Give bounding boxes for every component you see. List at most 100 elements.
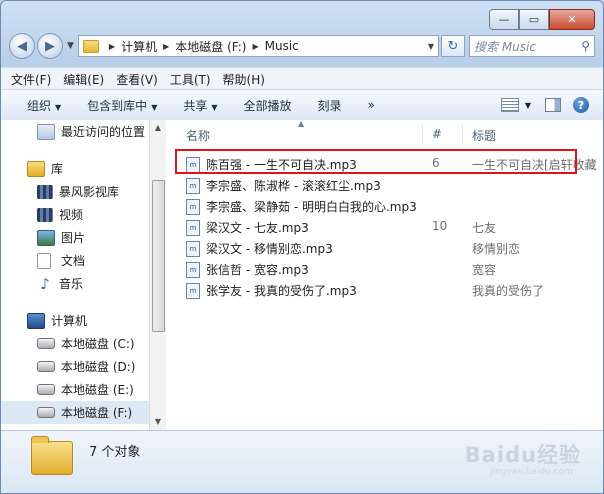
menu-bar: 文件(F) 编辑(E) 查看(V) 工具(T) 帮助(H): [1, 67, 603, 90]
scrollbar-thumb[interactable]: [152, 180, 165, 332]
sidebar-item-music[interactable]: ♪ 音乐: [1, 272, 149, 295]
sidebar-item-label: 本地磁盘 (D:): [61, 360, 136, 374]
chevron-right-icon[interactable]: ▶: [109, 42, 115, 51]
chevron-right-icon[interactable]: ▶: [252, 42, 258, 51]
mp3-file-icon: m: [186, 198, 200, 215]
column-header-name[interactable]: 名称: [186, 127, 210, 144]
watermark-url: jingyan.baidu.com: [489, 467, 573, 477]
file-row[interactable]: m 陈百强 - 一生不可自决.mp3 6 一生不可自决[启轩收藏: [166, 153, 603, 174]
view-options-icon[interactable]: [500, 98, 519, 112]
sort-indicator-icon: ▲: [298, 120, 305, 128]
sidebar-item-pictures[interactable]: 图片: [1, 226, 149, 249]
sidebar-item-drive-f[interactable]: 本地磁盘 (F:): [1, 401, 149, 424]
recent-pages-dropdown[interactable]: ▼: [67, 41, 74, 51]
navigation-scrollbar[interactable]: ▲ ▼: [149, 120, 166, 430]
file-name: 陈百强 - 一生不可自决.mp3: [206, 158, 357, 172]
chevron-down-icon: ▼: [55, 102, 62, 112]
file-row[interactable]: m 梁汉文 - 七友.mp3 10 七友: [166, 216, 603, 237]
window-controls: — ▭ ✕: [489, 9, 595, 30]
document-icon: [37, 252, 51, 269]
share-button[interactable]: 共享 ▼: [183, 97, 217, 114]
maximize-button[interactable]: ▭: [519, 9, 549, 30]
organize-label: 组织: [27, 98, 52, 113]
sidebar-item-label: 暴风影视库: [59, 185, 120, 199]
sidebar-item-drive-c[interactable]: 本地磁盘 (C:): [1, 332, 149, 355]
file-row[interactable]: m 张学友 - 我真的受伤了.mp3 我真的受伤了: [166, 279, 603, 300]
file-row[interactable]: m 张信哲 - 宽容.mp3 宽容: [166, 258, 603, 279]
sidebar-item-label: 文档: [61, 254, 86, 268]
menu-help[interactable]: 帮助(H): [223, 71, 265, 88]
hard-disk-icon: [37, 338, 55, 349]
scroll-down-icon[interactable]: ▼: [150, 414, 166, 430]
organize-button[interactable]: 组织 ▼: [27, 97, 61, 114]
sidebar-item-label: 库: [51, 162, 64, 176]
file-row[interactable]: m 李宗盛、梁静茹 - 明明白白我的心.mp3: [166, 195, 603, 216]
details-pane: 7 个对象 Baidu经验 jingyan.baidu.com: [1, 430, 603, 493]
file-name: 梁汉文 - 七友.mp3: [206, 221, 309, 235]
search-placeholder: 搜索 Music: [474, 39, 536, 54]
hard-disk-icon: [37, 361, 55, 372]
play-all-button[interactable]: 全部播放: [244, 97, 292, 114]
track-title: 移情别恋: [472, 242, 521, 256]
file-name: 李宗盛、陈淑桦 - 滚滚红尘.mp3: [206, 179, 381, 193]
sidebar-item-recent[interactable]: 最近访问的位置: [1, 120, 149, 143]
search-input[interactable]: 搜索 Music ⚲: [469, 35, 595, 57]
menu-tools[interactable]: 工具(T): [170, 71, 211, 88]
include-in-library-button[interactable]: 包含到库中 ▼: [87, 97, 157, 114]
chevron-down-icon: ▼: [211, 102, 218, 112]
sidebar-item-label: 图片: [61, 231, 86, 245]
burn-button[interactable]: 刻录: [318, 97, 342, 114]
breadcrumb-drive-f[interactable]: 本地磁盘 (F:): [175, 38, 246, 55]
minimize-button[interactable]: —: [489, 9, 519, 30]
music-note-icon: ♪: [40, 274, 50, 293]
column-header-number[interactable]: #: [432, 127, 442, 141]
preview-pane-icon[interactable]: [545, 98, 561, 112]
file-row[interactable]: m 梁汉文 - 移情别恋.mp3 移情别恋: [166, 237, 603, 258]
menu-edit[interactable]: 编辑(E): [63, 71, 104, 88]
hard-disk-icon: [37, 407, 55, 418]
breadcrumb-computer[interactable]: 计算机: [121, 38, 157, 55]
scroll-up-icon[interactable]: ▲: [150, 120, 166, 136]
chevron-right-icon[interactable]: ▶: [163, 42, 169, 51]
sidebar-item-label: 本地磁盘 (C:): [61, 337, 135, 351]
sidebar-item-baofeng[interactable]: 暴风影视库: [1, 180, 149, 203]
sidebar-item-computer[interactable]: 计算机: [1, 309, 149, 332]
search-icon[interactable]: ⚲: [581, 39, 590, 53]
close-button[interactable]: ✕: [549, 9, 595, 30]
chevron-down-icon[interactable]: ▼: [525, 101, 531, 110]
refresh-button[interactable]: ↻: [441, 35, 465, 57]
menu-file[interactable]: 文件(F): [11, 71, 51, 88]
file-name: 梁汉文 - 移情别恋.mp3: [206, 242, 333, 256]
mp3-file-icon: m: [186, 240, 200, 257]
chevron-down-icon: ▼: [151, 102, 158, 112]
explorer-window: — ▭ ✕ ◀ ▶ ▼ ▶ 计算机 ▶ 本地磁盘 (F:) ▶ Music ▼ …: [0, 0, 604, 494]
sidebar-item-library[interactable]: 库: [1, 157, 149, 180]
include-label: 包含到库中: [87, 98, 148, 113]
item-count: 7 个对象: [89, 445, 141, 460]
more-commands-button[interactable]: »: [368, 98, 375, 112]
help-icon[interactable]: ?: [573, 97, 589, 113]
view-controls: ▼ ?: [500, 97, 589, 113]
forward-button[interactable]: ▶: [37, 33, 63, 59]
file-name: 张学友 - 我真的受伤了.mp3: [206, 284, 357, 298]
address-dropdown-icon[interactable]: ▼: [428, 42, 434, 51]
back-button[interactable]: ◀: [9, 33, 35, 59]
track-title: 我真的受伤了: [472, 284, 545, 298]
track-title: 宽容: [472, 263, 497, 277]
column-header-title[interactable]: 标题: [472, 127, 496, 144]
address-bar[interactable]: ▶ 计算机 ▶ 本地磁盘 (F:) ▶ Music ▼: [77, 35, 439, 57]
sidebar-item-drive-e[interactable]: 本地磁盘 (E:): [1, 378, 149, 401]
navigation-bar: ◀ ▶ ▼ ▶ 计算机 ▶ 本地磁盘 (F:) ▶ Music ▼ ↻ 搜索 M…: [9, 33, 595, 59]
sidebar-item-videos[interactable]: 视频: [1, 203, 149, 226]
sidebar-item-label: 计算机: [51, 314, 88, 328]
mp3-file-icon: m: [186, 156, 200, 173]
menu-view[interactable]: 查看(V): [116, 71, 158, 88]
sidebar-item-drive-d[interactable]: 本地磁盘 (D:): [1, 355, 149, 378]
breadcrumb-music[interactable]: Music: [265, 39, 299, 53]
refresh-icon: ↻: [447, 38, 459, 54]
recent-places-icon: [37, 123, 55, 140]
column-header-row: ▲ 名称 # 标题: [166, 120, 603, 148]
sidebar-item-documents[interactable]: 文档: [1, 249, 149, 272]
file-row[interactable]: m 李宗盛、陈淑桦 - 滚滚红尘.mp3: [166, 174, 603, 195]
mp3-file-icon: m: [186, 282, 200, 299]
